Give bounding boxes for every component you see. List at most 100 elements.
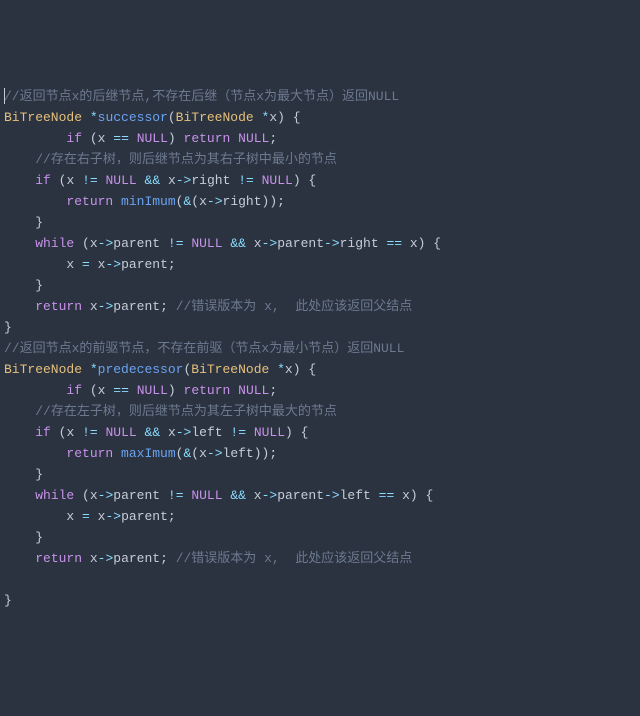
code-token-id: x — [410, 236, 418, 251]
code-token-id: x — [254, 236, 262, 251]
code-line[interactable]: //返回节点x的后继节点,不存在后继（节点x为最大节点）返回NULL — [4, 86, 640, 107]
code-token-pn — [82, 551, 90, 566]
code-token-op: -> — [207, 446, 223, 461]
code-token-cmt: //错误版本为 x, 此处应该返回父结点 — [176, 299, 413, 314]
code-token-op: * — [277, 362, 285, 377]
code-token-op: -> — [176, 173, 192, 188]
code-line[interactable]: return minImum(&(x->right)); — [4, 191, 640, 212]
code-token-op: != — [168, 236, 184, 251]
code-line[interactable]: } — [4, 527, 640, 548]
code-token-id: x — [90, 551, 98, 566]
code-token-pn — [4, 173, 35, 188]
code-line[interactable]: } — [4, 275, 640, 296]
code-token-kw: while — [35, 488, 74, 503]
code-token-pn — [4, 383, 66, 398]
code-token-kw: return — [66, 194, 113, 209]
code-token-id: x — [90, 236, 98, 251]
code-line[interactable]: return maxImum(&(x->left)); — [4, 443, 640, 464]
code-token-pn: ( — [82, 383, 98, 398]
code-token-pn: ; — [269, 383, 277, 398]
code-token-pn: } — [4, 215, 43, 230]
code-token-pn — [4, 194, 66, 209]
code-token-pn — [74, 173, 82, 188]
code-token-pn: } — [4, 278, 43, 293]
code-token-fn: maxImum — [121, 446, 176, 461]
code-line[interactable]: //存在左子树，则后继节点为其左子树中最大的节点 — [4, 401, 640, 422]
code-token-op: -> — [98, 236, 114, 251]
code-token-id: left — [191, 425, 222, 440]
code-token-pn — [129, 383, 137, 398]
code-line[interactable]: x = x->parent; — [4, 506, 640, 527]
code-token-pn — [82, 362, 90, 377]
code-token-op: != — [82, 425, 98, 440]
code-token-id: parent — [121, 509, 168, 524]
code-token-id: parent — [113, 488, 160, 503]
code-token-op: && — [145, 425, 161, 440]
code-token-pn — [90, 509, 98, 524]
code-line[interactable]: if (x == NULL) return NULL; — [4, 128, 640, 149]
code-token-cmt: //返回节点x的前驱节点，不存在前驱（节点x为最小节点）返回NULL — [4, 341, 404, 356]
code-token-op: && — [230, 488, 246, 503]
code-token-pn — [402, 236, 410, 251]
code-token-id: parent — [113, 299, 160, 314]
code-token-op: -> — [98, 551, 114, 566]
code-line[interactable]: return x->parent; //错误版本为 x, 此处应该返回父结点 — [4, 548, 640, 569]
code-token-pn — [160, 236, 168, 251]
code-line[interactable]: //返回节点x的前驱节点，不存在前驱（节点x为最小节点）返回NULL — [4, 338, 640, 359]
code-line[interactable]: if (x != NULL && x->right != NULL) { — [4, 170, 640, 191]
code-token-id: x — [269, 110, 277, 125]
code-token-pn — [129, 131, 137, 146]
code-token-id: x — [90, 488, 98, 503]
code-token-kw: NULL — [137, 383, 168, 398]
code-line[interactable]: BiTreeNode *successor(BiTreeNode *x) { — [4, 107, 640, 128]
code-token-cmt: //存在左子树，则后继节点为其左子树中最大的节点 — [35, 404, 337, 419]
code-token-id: left — [223, 446, 254, 461]
code-token-op: != — [168, 488, 184, 503]
code-token-id: parent — [113, 551, 160, 566]
code-token-pn — [74, 257, 82, 272]
code-token-kw: NULL — [105, 173, 136, 188]
code-line[interactable]: while (x->parent != NULL && x->parent->r… — [4, 233, 640, 254]
code-line[interactable] — [4, 569, 640, 590]
code-line[interactable]: } — [4, 212, 640, 233]
code-line[interactable]: } — [4, 590, 640, 611]
code-token-pn — [4, 551, 35, 566]
code-token-pn: } — [4, 467, 43, 482]
code-token-pn — [4, 152, 35, 167]
code-editor[interactable]: //返回节点x的后继节点,不存在后继（节点x为最大节点）返回NULL BiTree… — [4, 86, 640, 611]
code-line[interactable]: } — [4, 317, 640, 338]
code-token-pn: ) { — [418, 236, 441, 251]
code-token-pn: ; — [269, 131, 277, 146]
code-token-pn: )); — [262, 194, 285, 209]
code-token-pn: ; — [160, 551, 176, 566]
code-token-kw: NULL — [191, 236, 222, 251]
code-token-pn — [82, 110, 90, 125]
code-token-op: != — [238, 173, 254, 188]
code-token-pn — [254, 110, 262, 125]
code-token-op: * — [90, 110, 98, 125]
code-line[interactable]: if (x == NULL) return NULL; — [4, 380, 640, 401]
code-token-op: = — [82, 257, 90, 272]
code-line[interactable]: if (x != NULL && x->left != NULL) { — [4, 422, 640, 443]
code-token-id: x — [199, 194, 207, 209]
code-token-pn — [246, 488, 254, 503]
code-line[interactable]: //存在右子树，则后继节点为其右子树中最小的节点 — [4, 149, 640, 170]
code-token-kw: return — [35, 299, 82, 314]
code-token-id: x — [66, 509, 74, 524]
code-line[interactable]: while (x->parent != NULL && x->parent->l… — [4, 485, 640, 506]
code-token-kw: if — [66, 383, 82, 398]
code-token-pn — [4, 404, 35, 419]
code-line[interactable]: } — [4, 464, 640, 485]
code-token-id: x — [254, 488, 262, 503]
code-line[interactable]: x = x->parent; — [4, 254, 640, 275]
code-line[interactable]: BiTreeNode *predecessor(BiTreeNode *x) { — [4, 359, 640, 380]
code-token-cmt: //存在右子树，则后继节点为其右子树中最小的节点 — [35, 152, 337, 167]
code-line[interactable]: return x->parent; //错误版本为 x, 此处应该返回父结点 — [4, 296, 640, 317]
code-token-pn: ( — [51, 425, 67, 440]
code-token-op: != — [230, 425, 246, 440]
code-token-pn: )); — [254, 446, 277, 461]
code-token-kw: if — [35, 173, 51, 188]
code-token-pn — [160, 173, 168, 188]
code-token-id: x — [168, 425, 176, 440]
code-token-pn: ) — [168, 131, 184, 146]
